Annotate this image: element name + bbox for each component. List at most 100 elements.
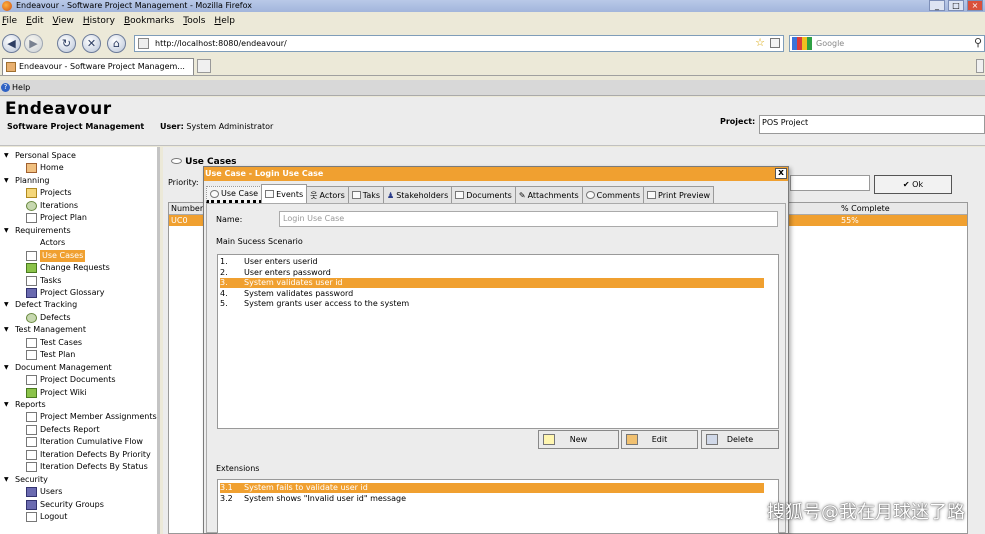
expand-arrow-icon[interactable]: ▼	[4, 299, 12, 311]
sidebar-item-projects[interactable]: Projects	[26, 187, 72, 199]
expand-arrow-icon[interactable]: ▼	[4, 225, 12, 237]
name-field[interactable]: Login Use Case	[279, 211, 778, 227]
expand-arrow-icon[interactable]: ▼	[4, 150, 12, 162]
sidebar-item-project-plan[interactable]: Project Plan	[26, 212, 87, 224]
sidebar-item-test-cases[interactable]: Test Cases	[26, 337, 82, 349]
check-icon: ✔	[902, 180, 910, 189]
delete-button[interactable]: Delete	[701, 430, 779, 449]
main-scenario-list[interactable]: 1. User enters userid 2. User enters passwo…	[217, 254, 779, 429]
new-tab-icon[interactable]	[197, 59, 211, 73]
menu-view[interactable]: View	[53, 13, 74, 29]
sidebar-item-project-documents[interactable]: Project Documents	[26, 374, 116, 386]
tab-use-case[interactable]: Use Case	[206, 186, 263, 203]
menu-file[interactable]: File	[2, 13, 17, 29]
sidebar-item-project-member-assignments[interactable]: Project Member Assignments	[26, 411, 157, 423]
search-magnifier-icon[interactable]: ⚲	[974, 35, 982, 50]
sidebar-group-security[interactable]: ▼ Security	[4, 474, 48, 486]
ok-button[interactable]: ✔ Ok	[874, 175, 952, 194]
help-icon[interactable]: ?	[1, 83, 10, 92]
sidebar-item-logout[interactable]: Logout	[26, 511, 67, 523]
sidebar-group-defect-tracking[interactable]: ▼ Defect Tracking	[4, 299, 77, 311]
list-item[interactable]: 1. User enters userid	[220, 257, 764, 267]
sidebar-group-test-management[interactable]: ▼ Test Management	[4, 324, 86, 336]
list-item[interactable]: 2. User enters password	[220, 268, 764, 278]
sidebar-item-change-requests[interactable]: Change Requests	[26, 262, 110, 274]
sidebar-item-defects-report[interactable]: Defects Report	[26, 424, 100, 436]
bookmark-star-icon[interactable]: ☆	[755, 36, 765, 50]
sidebar-item-label: Actors	[40, 238, 66, 248]
menu-edit[interactable]: Edit	[26, 13, 43, 29]
expand-arrow-icon[interactable]: ▼	[4, 474, 12, 486]
tab-events[interactable]: Events	[261, 184, 308, 203]
maximize-button[interactable]: □	[948, 0, 964, 11]
extensions-list[interactable]: 3.1 System fails to validate user id 3.2 Sy…	[217, 479, 779, 534]
edit-button[interactable]: Edit	[621, 430, 698, 449]
actor-icon	[26, 238, 37, 248]
sidebar-item-iteration-defects-by-status[interactable]: Iteration Defects By Status	[26, 461, 148, 473]
minimize-button[interactable]: _	[929, 0, 945, 11]
tab-print-preview[interactable]: Print Preview	[643, 186, 715, 203]
forward-icon[interactable]: ▶	[24, 34, 43, 53]
feed-icon[interactable]	[770, 38, 780, 48]
sidebar-item-iteration-defects-by-priority[interactable]: Iteration Defects By Priority	[26, 449, 151, 461]
user-name: System Administrator	[186, 122, 274, 131]
close-window-button[interactable]: ×	[967, 0, 983, 11]
list-item[interactable]: 3.1 System fails to validate user id	[220, 483, 764, 493]
url-bar[interactable]: http://localhost:8080/endeavour/ ☆	[134, 35, 784, 52]
sidebar-item-project-glossary[interactable]: Project Glossary	[26, 287, 105, 299]
list-item[interactable]: 3.2 System shows "Invalid user id" messag…	[220, 494, 764, 504]
list-item[interactable]: 4. System validates password	[220, 289, 764, 299]
sidebar-item-users[interactable]: Users	[26, 486, 62, 498]
project-selector[interactable]: POS Project	[759, 115, 985, 134]
list-item[interactable]: 3. System validates user id	[220, 278, 764, 289]
column-complete[interactable]: % Complete	[841, 203, 890, 214]
menu-tools[interactable]: Tools	[183, 13, 205, 29]
tab-tasks[interactable]: Taks	[347, 186, 385, 203]
sidebar-group-document-management[interactable]: ▼ Document Management	[4, 362, 112, 374]
column-number[interactable]: Number	[171, 203, 203, 214]
filter-field[interactable]	[790, 175, 870, 191]
stop-icon[interactable]: ✕	[82, 34, 101, 53]
sidebar-item-home[interactable]: Home	[26, 162, 64, 174]
sidebar-item-test-plan[interactable]: Test Plan	[26, 349, 75, 361]
menu-history[interactable]: History	[83, 13, 115, 29]
sidebar-item-iterations[interactable]: Iterations	[26, 200, 78, 212]
expand-arrow-icon[interactable]: ▼	[4, 324, 12, 336]
expand-arrow-icon[interactable]: ▼	[4, 399, 12, 411]
sidebar-item-project-wiki[interactable]: Project Wiki	[26, 387, 87, 399]
new-button[interactable]: New	[538, 430, 619, 449]
sidebar-group-personal-space[interactable]: ▼ Personal Space	[4, 150, 76, 162]
expand-arrow-icon[interactable]: ▼	[4, 362, 12, 374]
window-titlebar: Endeavour - Software Project Management …	[0, 0, 985, 12]
help-link[interactable]: Help	[12, 83, 30, 92]
home-icon[interactable]: ⌂	[107, 34, 126, 53]
reload-icon[interactable]: ↻	[57, 34, 76, 53]
list-item[interactable]: 5. System grants user access to the syste…	[220, 299, 764, 309]
back-icon[interactable]: ◀	[2, 34, 21, 53]
sidebar-item-actors[interactable]: Actors	[26, 237, 65, 249]
sidebar-group-requirements[interactable]: ▼ Requirements	[4, 225, 71, 237]
sidebar-group-planning[interactable]: ▼ Planning	[4, 175, 49, 187]
sidebar-item-label: Project Glossary	[40, 287, 105, 297]
menu-help[interactable]: Help	[214, 13, 235, 29]
sidebar-item-security-groups[interactable]: Security Groups	[26, 499, 104, 511]
sidebar-item-defects[interactable]: Defects	[26, 312, 71, 324]
expand-arrow-icon[interactable]: ▼	[4, 175, 12, 187]
sidebar-item-iteration-cumulative-flow[interactable]: Iteration Cumulative Flow	[26, 436, 143, 448]
sidebar-item-label: Test Plan	[40, 350, 76, 360]
tab-actors[interactable]: 웃 Actors	[306, 186, 349, 203]
sidebar-group-reports[interactable]: ▼ Reports	[4, 399, 46, 411]
tab-attachments[interactable]: ✎ Attachments	[514, 186, 583, 203]
tab-comments[interactable]: Comments	[581, 186, 645, 203]
menu-bookmarks[interactable]: Bookmarks	[124, 13, 174, 29]
search-engine-icon[interactable]	[792, 37, 812, 50]
tab-documents[interactable]: Documents	[451, 186, 516, 203]
search-input[interactable]: Google ⚲	[789, 35, 985, 52]
browser-tab[interactable]: Endeavour - Software Project Managem...	[2, 58, 194, 75]
item-number: 4.	[220, 288, 228, 298]
tab-stakeholders[interactable]: ♟ Stakeholders	[383, 186, 453, 203]
sidebar-item-use-cases[interactable]: Use Cases	[26, 249, 86, 262]
dialog-close-button[interactable]: x	[775, 168, 787, 179]
sidebar-item-tasks[interactable]: Tasks	[26, 275, 61, 287]
tab-list-icon[interactable]	[976, 59, 984, 73]
